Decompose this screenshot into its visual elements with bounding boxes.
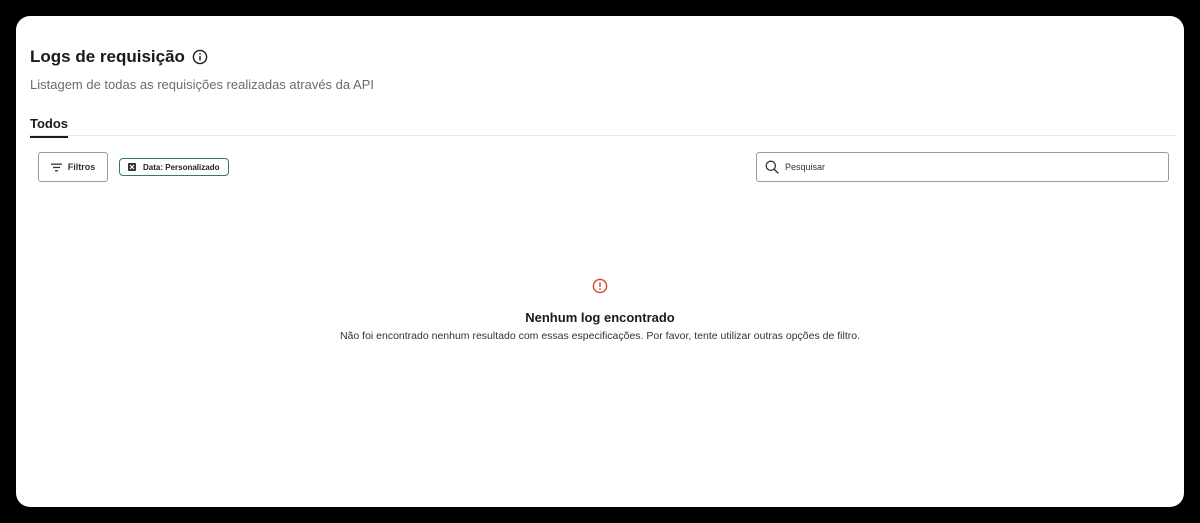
date-filter-chip-label: Data: Personalizado [143, 162, 220, 172]
alert-circle-icon [592, 278, 608, 294]
empty-state: Nenhum log encontrado Não foi encontrado… [16, 278, 1184, 342]
search-input[interactable] [785, 162, 1168, 172]
tab-todos[interactable]: Todos [30, 117, 69, 138]
empty-state-title: Nenhum log encontrado [525, 310, 675, 325]
filters-button-label: Filtros [67, 162, 96, 172]
page-title: Logs de requisição [30, 47, 185, 66]
search-box[interactable] [756, 152, 1169, 182]
date-filter-chip[interactable]: Data: Personalizado [119, 158, 230, 176]
close-icon[interactable] [128, 163, 136, 171]
tab-bar: Todos [30, 115, 1176, 138]
filters-button[interactable]: Filtros [38, 152, 108, 182]
filter-icon [50, 163, 62, 171]
page-subtitle: Listagem de todas as requisições realiza… [30, 77, 374, 92]
page-header: Logs de requisição [30, 46, 208, 68]
empty-state-message: Não foi encontrado nenhum resultado com … [339, 330, 861, 342]
search-icon [765, 160, 779, 174]
logs-card: Logs de requisição Listagem de todas as … [16, 16, 1184, 507]
info-circle-icon[interactable] [192, 49, 208, 65]
title-row: Logs de requisição [30, 46, 208, 68]
